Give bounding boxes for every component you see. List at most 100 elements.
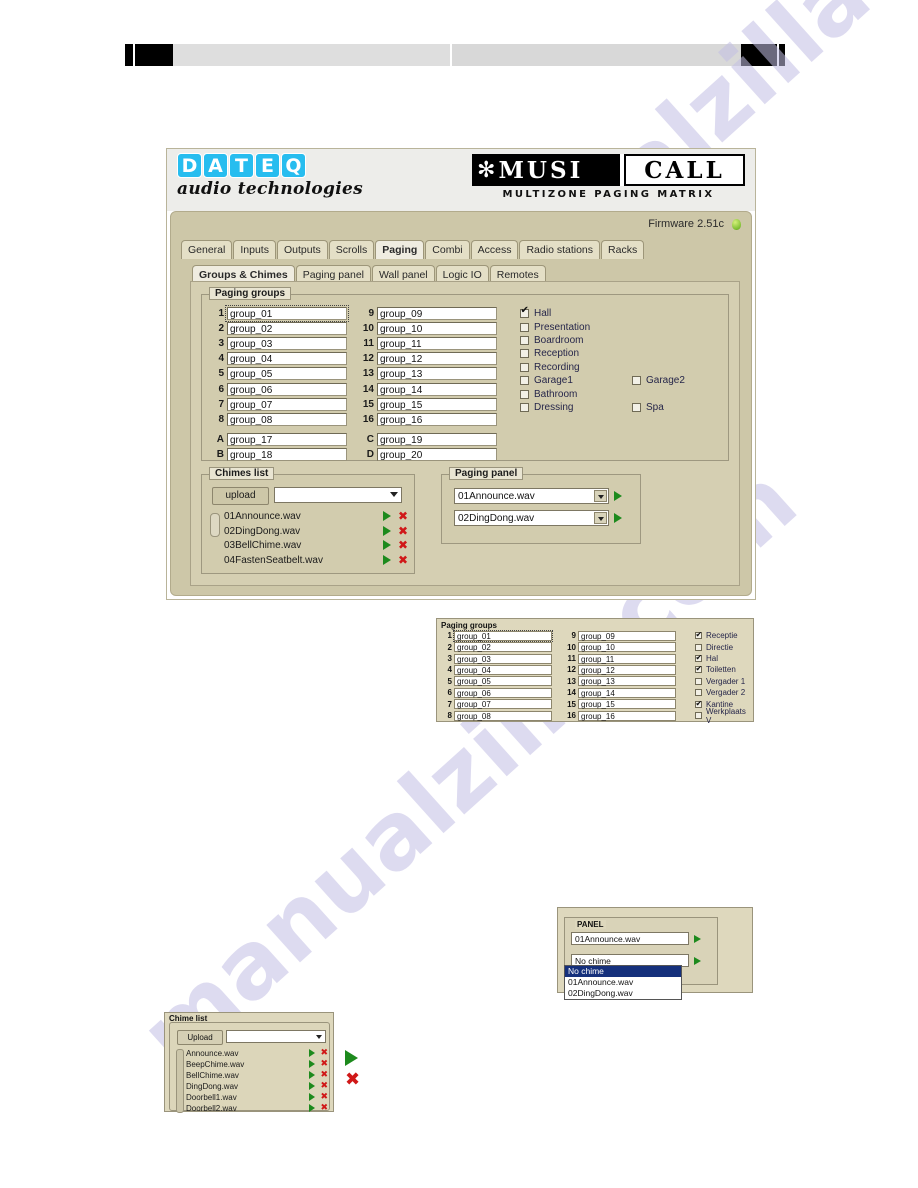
checkbox-icon[interactable] bbox=[695, 664, 702, 674]
paging-group-input[interactable]: group_01 bbox=[225, 304, 349, 322]
checkbox-icon[interactable] bbox=[520, 322, 529, 332]
play-icon[interactable] bbox=[309, 1071, 316, 1079]
fig2-group-input[interactable]: group_16 bbox=[578, 710, 676, 721]
delete-icon[interactable]: ✖ bbox=[320, 1060, 328, 1069]
play-icon[interactable] bbox=[614, 491, 622, 501]
chime-list-item[interactable]: 02DingDong.wav ✖ bbox=[224, 525, 410, 540]
delete-icon[interactable]: ✖ bbox=[320, 1071, 328, 1080]
delete-icon[interactable]: ✖ bbox=[398, 525, 408, 537]
checkbox-icon[interactable] bbox=[520, 402, 529, 412]
paging-group-input[interactable]: group_06 bbox=[227, 382, 347, 396]
zone-checkbox-recording[interactable]: Recording bbox=[520, 361, 580, 374]
fig3-dropdown-options[interactable]: No chime 01Announce.wav 02DingDong.wav bbox=[564, 965, 682, 1000]
delete-icon[interactable]: ✖ bbox=[398, 510, 408, 522]
checkbox-icon[interactable] bbox=[520, 389, 529, 399]
paging-group-input[interactable]: group_11 bbox=[377, 336, 497, 350]
fig4-chime-item[interactable]: Doorbell1.wav ✖ bbox=[186, 1093, 328, 1104]
tab-racks[interactable]: Racks bbox=[601, 240, 645, 259]
paging-group-input[interactable]: group_08 bbox=[227, 412, 347, 426]
play-icon[interactable] bbox=[382, 525, 391, 536]
fig2-zone-werkplaats-v[interactable]: Werkplaats V bbox=[695, 707, 753, 725]
checkbox-icon[interactable] bbox=[695, 699, 702, 709]
paging-group-input[interactable]: group_15 bbox=[377, 397, 497, 411]
fig3-select-1[interactable]: 01Announce.wav bbox=[571, 932, 689, 945]
paging-group-input[interactable]: group_04 bbox=[227, 352, 347, 366]
play-icon[interactable] bbox=[382, 540, 391, 550]
checkbox-icon[interactable] bbox=[520, 306, 529, 319]
checkbox-icon[interactable] bbox=[695, 677, 702, 685]
chevron-down-icon[interactable] bbox=[594, 512, 607, 524]
fig4-chime-item[interactable]: BellChime.wav ✖ bbox=[186, 1071, 328, 1082]
fig2-group-input[interactable]: group_02 bbox=[454, 642, 552, 653]
chime-list-item[interactable]: 03BellChime.wav ✖ bbox=[224, 539, 410, 554]
fig3-dropdown-option[interactable]: No chime bbox=[565, 966, 681, 977]
fig4-chime-item[interactable]: Announce.wav ✖ bbox=[186, 1049, 328, 1060]
fig2-group-input[interactable]: group_13 bbox=[578, 676, 676, 687]
fig2-zone-vergader-1[interactable]: Vergader 1 bbox=[695, 676, 745, 688]
play-icon[interactable] bbox=[309, 1082, 316, 1090]
zone-checkbox-spa[interactable]: Spa bbox=[632, 401, 664, 414]
chimes-scrollbar-thumb[interactable] bbox=[210, 513, 220, 537]
fig2-group-input[interactable]: group_15 bbox=[578, 699, 676, 710]
tab-paging[interactable]: Paging bbox=[375, 240, 425, 259]
paging-group-input[interactable]: group_14 bbox=[377, 382, 497, 396]
paging-group-input[interactable]: group_12 bbox=[377, 352, 497, 366]
tab-access[interactable]: Access bbox=[470, 240, 519, 259]
paging-group-input[interactable]: group_09 bbox=[377, 306, 497, 320]
chime-list-item[interactable]: 04FastenSeatbelt.wav ✖ bbox=[224, 554, 410, 569]
fig2-zone-toiletten[interactable]: Toiletten bbox=[695, 664, 736, 676]
fig4-file-select[interactable] bbox=[226, 1030, 326, 1043]
play-icon[interactable] bbox=[309, 1104, 316, 1112]
checkbox-icon[interactable] bbox=[695, 643, 702, 651]
delete-icon[interactable]: ✖ bbox=[398, 554, 408, 566]
zone-checkbox-reception[interactable]: Reception bbox=[520, 347, 579, 360]
paging-group-input[interactable]: group_13 bbox=[377, 367, 497, 381]
tab-scrolls[interactable]: Scrolls bbox=[328, 240, 375, 259]
zone-checkbox-garage1[interactable]: Garage1 bbox=[520, 374, 573, 387]
tab-combi[interactable]: Combi bbox=[425, 240, 470, 259]
checkbox-icon[interactable] bbox=[520, 335, 529, 345]
checkbox-icon[interactable] bbox=[520, 376, 529, 386]
fig2-group-input[interactable]: group_12 bbox=[578, 664, 676, 675]
checkbox-icon[interactable] bbox=[695, 712, 702, 720]
paging-group-input[interactable]: group_02 bbox=[227, 321, 347, 335]
tab-general[interactable]: General bbox=[181, 240, 233, 259]
fig2-group-input[interactable]: group_14 bbox=[578, 687, 676, 698]
delete-icon[interactable]: ✖ bbox=[320, 1049, 328, 1058]
paging-group-input[interactable]: group_05 bbox=[227, 367, 347, 381]
fig2-zone-hal[interactable]: Hal bbox=[695, 653, 718, 665]
checkbox-icon[interactable] bbox=[695, 630, 702, 640]
fig4-upload-button[interactable]: Upload bbox=[177, 1030, 223, 1045]
upload-button[interactable]: upload bbox=[212, 487, 269, 505]
play-icon[interactable] bbox=[382, 554, 391, 565]
fig2-group-input[interactable]: group_07 bbox=[454, 699, 552, 710]
fig2-group-input[interactable]: group_11 bbox=[578, 653, 676, 664]
chime-file-select[interactable] bbox=[274, 487, 402, 503]
fig3-dropdown-option[interactable]: 02DingDong.wav bbox=[565, 988, 681, 999]
play-icon[interactable] bbox=[309, 1049, 316, 1057]
zone-checkbox-garage2[interactable]: Garage2 bbox=[632, 374, 685, 387]
paging-group-input[interactable]: group_07 bbox=[227, 397, 347, 411]
checkbox-icon[interactable] bbox=[520, 349, 529, 359]
checkbox-icon[interactable] bbox=[695, 653, 702, 663]
delete-icon[interactable]: ✖ bbox=[320, 1093, 328, 1102]
delete-icon[interactable]: ✖ bbox=[398, 539, 408, 551]
paging-group-input[interactable]: group_20 bbox=[377, 447, 497, 461]
fig2-group-input[interactable]: group_06 bbox=[454, 687, 552, 698]
delete-icon[interactable]: ✖ bbox=[320, 1082, 328, 1091]
tab-radio-stations[interactable]: Radio stations bbox=[519, 240, 601, 259]
paging-group-input[interactable]: group_18 bbox=[227, 447, 347, 461]
play-icon[interactable] bbox=[309, 1093, 316, 1101]
fig2-zone-receptie[interactable]: Receptie bbox=[695, 630, 738, 642]
paging-group-input[interactable]: group_17 bbox=[227, 432, 347, 446]
checkbox-icon[interactable] bbox=[632, 402, 641, 412]
chime-list-item[interactable]: 01Announce.wav ✖ bbox=[224, 510, 410, 525]
fig4-chime-item[interactable]: Doorbell2.wav ✖ bbox=[186, 1104, 328, 1115]
tab-inputs[interactable]: Inputs bbox=[233, 240, 276, 259]
paging-panel-select[interactable]: 01Announce.wav bbox=[454, 488, 609, 504]
play-icon[interactable] bbox=[614, 513, 622, 523]
fig3-dropdown-option[interactable]: 01Announce.wav bbox=[565, 977, 681, 988]
fig2-zone-vergader-2[interactable]: Vergader 2 bbox=[695, 687, 745, 699]
checkbox-icon[interactable] bbox=[695, 689, 702, 697]
fig2-group-input[interactable]: group_09 bbox=[578, 630, 676, 641]
